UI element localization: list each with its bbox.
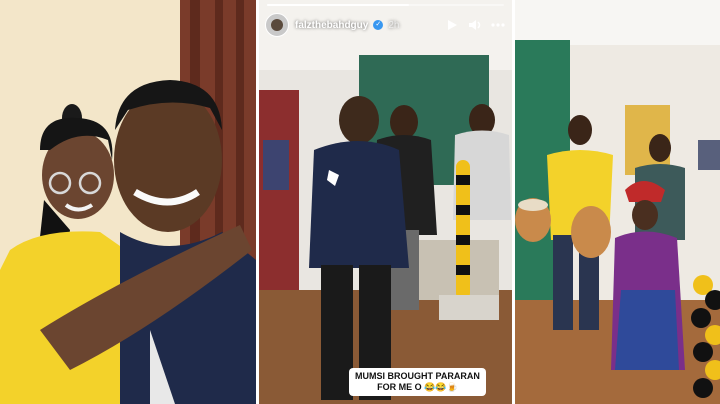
story-header: falzthebahdguy ✓ 2h <box>265 12 506 38</box>
living-room-scene <box>259 0 512 404</box>
avatar[interactable] <box>265 13 289 37</box>
story-time: 2h <box>388 19 400 31</box>
story-username[interactable]: falzthebahdguy <box>295 20 368 31</box>
story-caption: MUMSI BROUGHT PARARAN FOR ME O 😂😂🍺 <box>349 368 486 396</box>
caption-line-1: MUMSI BROUGHT PARARAN <box>355 371 480 381</box>
volume-icon[interactable] <box>467 17 483 33</box>
play-icon[interactable] <box>444 17 460 33</box>
story-progress-fill <box>267 4 410 6</box>
hug-scene <box>0 0 256 404</box>
drummers-scene <box>515 0 720 404</box>
story-progress-bar <box>267 4 504 6</box>
more-icon[interactable] <box>490 17 506 33</box>
video-collage: falzthebahdguy ✓ 2h MUMSI BROUGHT PARARA… <box>0 0 720 404</box>
caption-line-2: FOR ME O 😂😂🍺 <box>377 382 458 392</box>
hug-photo-panel <box>0 0 256 404</box>
story-video-panel: falzthebahdguy ✓ 2h MUMSI BROUGHT PARARA… <box>259 0 512 404</box>
verified-badge-icon: ✓ <box>373 20 384 30</box>
drummers-photo-panel <box>515 0 720 404</box>
